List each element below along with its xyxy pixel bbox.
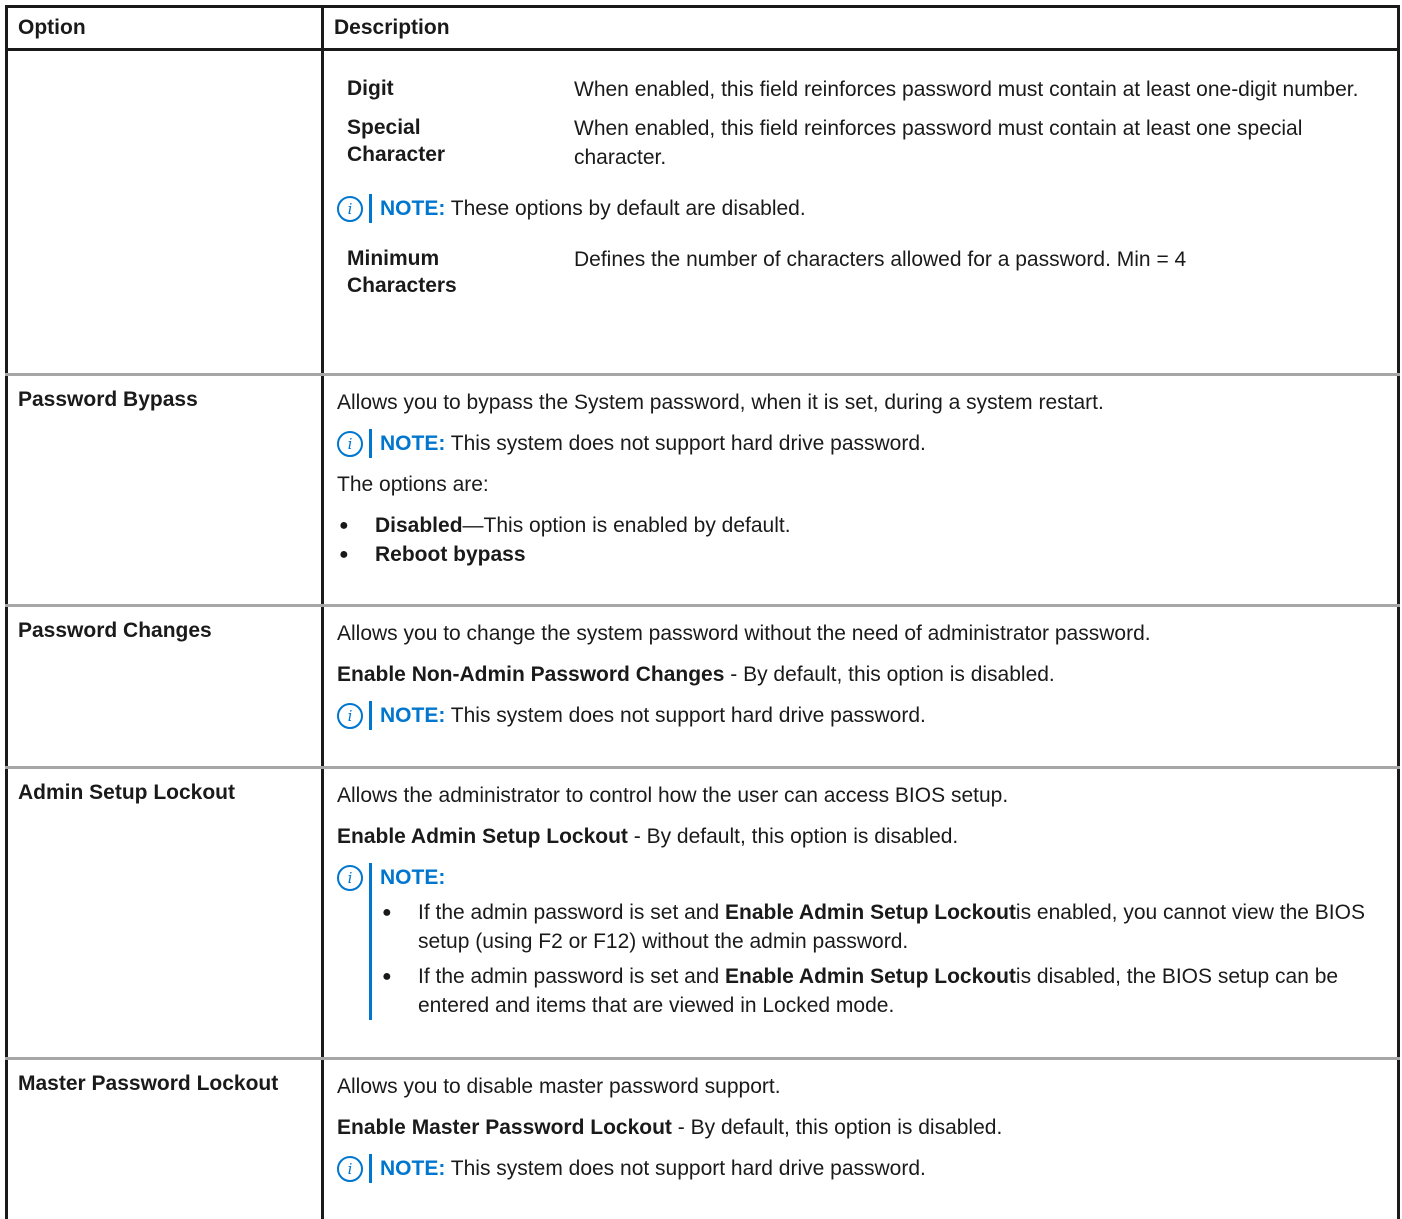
table-row: Admin Setup Lockout Allows the administr… [6,767,1399,1060]
setting-line: Enable Admin Setup Lockout - By default,… [337,822,1383,851]
setting-name: Enable Admin Setup Lockout [725,965,1016,988]
note: i NOTE: This system does not support har… [337,429,1383,458]
note-bar [369,701,372,730]
info-circle-icon: i [337,1156,363,1182]
table-row: Password Changes Allows you to change th… [6,605,1399,769]
option-note: —This option is enabled by default. [462,514,791,537]
option-password-changes: Password Changes [6,605,324,769]
setting-name: Enable Admin Setup Lockout [337,825,628,848]
def-term-digit: Digit [347,77,394,100]
def-desc-minimum-characters: Defines the number of characters allowed… [574,248,1187,271]
list-item: Disabled—This option is enabled by defau… [337,511,1383,540]
note-bar [369,1154,372,1183]
option-master-password-lockout: Master Password Lockout [6,1058,324,1219]
table-row: Master Password Lockout Allows you to di… [6,1058,1399,1219]
setting-line: Enable Non-Admin Password Changes - By d… [337,660,1383,689]
setting-name: Enable Admin Setup Lockout [725,901,1016,924]
info-circle-icon: i [337,431,363,457]
description-text: Allows you to bypass the System password… [337,391,1104,414]
setting-line: Enable Master Password Lockout - By defa… [337,1113,1383,1142]
description-text: Allows you to change the system password… [337,622,1151,645]
option-password-bypass: Password Bypass [6,374,324,607]
setting-default: - By default, this option is disabled. [627,825,959,848]
options-list: Disabled—This option is enabled by defau… [337,511,1383,569]
note-keyword: NOTE: [380,197,446,220]
options-table: Option Description Digit When enabled, t… [5,5,1400,1219]
table-row: Digit When enabled, this field reinforce… [6,49,1399,376]
definition-list: Digit When enabled, this field reinforce… [337,75,1383,172]
description-text: Allows you to disable master password su… [337,1075,781,1098]
table-row: Password Bypass Allows you to bypass the… [6,374,1399,607]
description-text: Allows the administrator to control how … [337,784,1009,807]
header-description: Description [322,6,1399,51]
note-bar [369,429,372,458]
note-list: If the admin password is set and Enable … [380,898,1383,1020]
list-item: Reboot bypass [337,540,1383,569]
setting-name: Enable Non-Admin Password Changes [337,663,725,686]
header-row: Option Description [6,6,1399,51]
note-keyword: NOTE: [380,1157,446,1180]
option-name: Disabled [375,514,463,537]
options-intro: The options are: [337,473,489,496]
note-keyword: NOTE: [380,432,446,455]
def-desc-special-character: When enabled, this field reinforces pass… [574,117,1303,169]
setting-default: - By default, this option is disabled. [671,1116,1003,1139]
def-term-special-character: Special Character [347,116,446,166]
option-name: Reboot bypass [375,543,526,566]
info-circle-icon: i [337,196,363,222]
note-keyword: NOTE: [380,866,446,889]
note: i NOTE: These options by default are dis… [337,194,1383,223]
note-text: This system does not support hard drive … [450,1157,926,1180]
note-text: This system does not support hard drive … [450,432,926,455]
list-item: If the admin password is set and Enable … [380,898,1383,956]
header-option: Option [6,6,324,51]
note-text: This system does not support hard drive … [450,704,926,727]
note-text: These options by default are disabled. [450,197,806,220]
setting-name: Enable Master Password Lockout [337,1116,672,1139]
definition-list: Minimum Characters Defines the number of… [337,245,1383,299]
description-cell: Allows the administrator to control how … [322,767,1399,1060]
description-cell: Allows you to change the system password… [322,605,1399,769]
def-term-minimum-characters: Minimum Characters [347,247,457,297]
list-item: If the admin password is set and Enable … [380,962,1383,1020]
note-bar [369,194,372,223]
description-cell: Allows you to disable master password su… [323,1059,1399,1219]
note: i NOTE: If the admin password is set and… [337,863,1383,1020]
note: i NOTE: This system does not support har… [337,701,1383,730]
def-desc-digit: When enabled, this field reinforces pass… [574,78,1359,101]
info-circle-icon: i [337,703,363,729]
option-cell-empty [6,49,324,376]
setting-default: - By default, this option is disabled. [724,663,1055,686]
note-keyword: NOTE: [380,704,446,727]
description-cell: Allows you to bypass the System password… [322,374,1399,607]
info-circle-icon: i [337,865,363,891]
option-admin-setup-lockout: Admin Setup Lockout [6,767,324,1060]
description-cell: Digit When enabled, this field reinforce… [322,49,1399,376]
note: i NOTE: This system does not support har… [337,1154,1383,1183]
note-bar [369,863,372,1020]
